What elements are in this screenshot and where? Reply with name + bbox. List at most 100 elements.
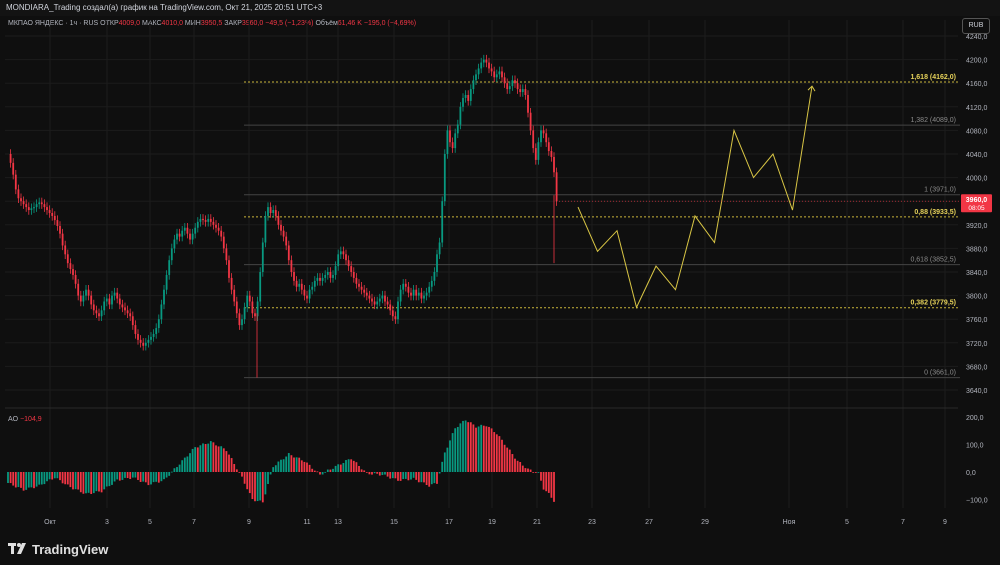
candle-body <box>381 295 384 299</box>
ao-bar <box>329 469 332 472</box>
candle-body <box>14 174 17 190</box>
ao-bar <box>534 472 537 473</box>
candle-body <box>462 97 464 107</box>
candle-body <box>534 148 537 160</box>
ao-bar <box>501 439 503 472</box>
ao-bar <box>238 472 241 473</box>
ao-bar <box>69 472 72 488</box>
candle-body <box>514 80 516 84</box>
candle-body <box>506 83 509 90</box>
ao-bar <box>371 472 373 475</box>
ao-bar <box>498 436 501 472</box>
candle-body <box>191 233 194 240</box>
ao-bar <box>529 469 532 472</box>
candle-body <box>46 207 48 211</box>
ao-bar <box>243 472 246 484</box>
candle-body <box>209 218 212 222</box>
candle-body <box>69 263 72 270</box>
ao-bar <box>373 472 376 474</box>
candle-body <box>555 172 558 202</box>
price-axis[interactable]: 4240,0 4200,0 4160,0 4120,0 4080,0 4040,0 4000… <box>966 34 988 395</box>
fibonacci-levels[interactable]: 1,618 (4162,0) 1,382 (4089,0) 1 (3971,0) 0,… <box>244 74 960 379</box>
candle-body <box>371 298 373 302</box>
ao-bar <box>410 472 412 480</box>
candle-body <box>103 301 106 311</box>
price-candles <box>9 54 558 378</box>
candle-body <box>235 301 238 314</box>
candle-body <box>529 112 532 131</box>
candle-body <box>311 286 314 290</box>
candle-body <box>537 142 540 160</box>
time-tick-label: 7 <box>192 519 196 526</box>
candle-body <box>137 333 139 340</box>
time-tick-label: 9 <box>247 519 251 526</box>
ao-bar <box>274 465 277 472</box>
ao-bar <box>391 472 394 479</box>
ao-bar <box>116 472 119 480</box>
ao-histogram <box>7 420 555 503</box>
ao-bar <box>511 454 514 472</box>
fib-level-label: 0,618 (3852,5) <box>910 257 956 264</box>
candle-body <box>121 304 124 308</box>
candle-body <box>397 301 399 320</box>
price-tick-label: 4040,0 <box>966 152 988 159</box>
ao-bar <box>40 472 43 485</box>
ao-bar <box>537 472 540 473</box>
candle-body <box>147 339 150 343</box>
ao-bar <box>220 446 223 472</box>
brand[interactable]: TradingView <box>8 540 108 558</box>
candle-body <box>129 313 132 317</box>
time-tick-label: 11 <box>303 519 310 526</box>
ao-bar <box>209 441 212 472</box>
candle-body <box>280 224 282 231</box>
candle-body <box>217 227 220 231</box>
price-tick-label: 3720,0 <box>966 341 988 348</box>
ao-bar <box>95 472 98 492</box>
ao-bar <box>256 472 259 502</box>
candle-body <box>326 272 329 275</box>
ao-bar <box>454 428 457 472</box>
ao-bar <box>64 472 67 485</box>
candle-body <box>443 154 446 202</box>
candle-body <box>163 289 165 305</box>
ao-bar <box>342 463 345 472</box>
ao-bar <box>443 452 446 472</box>
candle-body <box>516 83 519 90</box>
candle-body <box>360 286 363 290</box>
ao-bar <box>542 472 545 490</box>
candle-body <box>35 204 38 208</box>
candle-body <box>550 151 553 157</box>
chart-canvas[interactable]: 1,618 (4162,0) 1,382 (4089,0) 1 (3971,0) 0,… <box>0 0 1000 565</box>
time-tick-label: 5 <box>148 519 152 526</box>
candle-body <box>92 304 95 311</box>
time-tick-label: 9 <box>943 519 947 526</box>
candle-body <box>40 202 43 205</box>
candle-body <box>285 236 288 246</box>
ao-bar <box>246 472 249 490</box>
ao-bar <box>365 472 368 473</box>
candle-body <box>111 295 113 305</box>
ao-bar <box>165 472 168 478</box>
candle-body <box>410 292 412 296</box>
ao-bar <box>33 472 35 489</box>
candle-body <box>519 89 522 93</box>
ao-tick-label: 200,0 <box>966 415 984 422</box>
candle-body <box>9 154 12 163</box>
candle-body <box>527 95 529 113</box>
ao-bar <box>311 468 314 472</box>
candle-body <box>376 301 379 305</box>
candle-body <box>493 71 496 78</box>
time-tick-label: 15 <box>390 519 398 526</box>
candle-body <box>545 133 548 143</box>
ao-bar <box>22 472 25 491</box>
time-axis[interactable]: Окт 3 5 7 9 11 13 15 17 19 21 23 27 29 Ноя 5 7 9 <box>44 519 947 526</box>
forecast-path[interactable] <box>577 85 816 309</box>
price-tick-label: 3920,0 <box>966 223 988 230</box>
candle-body <box>108 298 111 305</box>
candle-body <box>339 251 342 255</box>
candle-body <box>176 233 178 240</box>
ao-bar <box>194 447 197 472</box>
ao-bar <box>222 448 225 472</box>
ao-bar <box>147 472 150 486</box>
ao-bar <box>436 472 438 484</box>
